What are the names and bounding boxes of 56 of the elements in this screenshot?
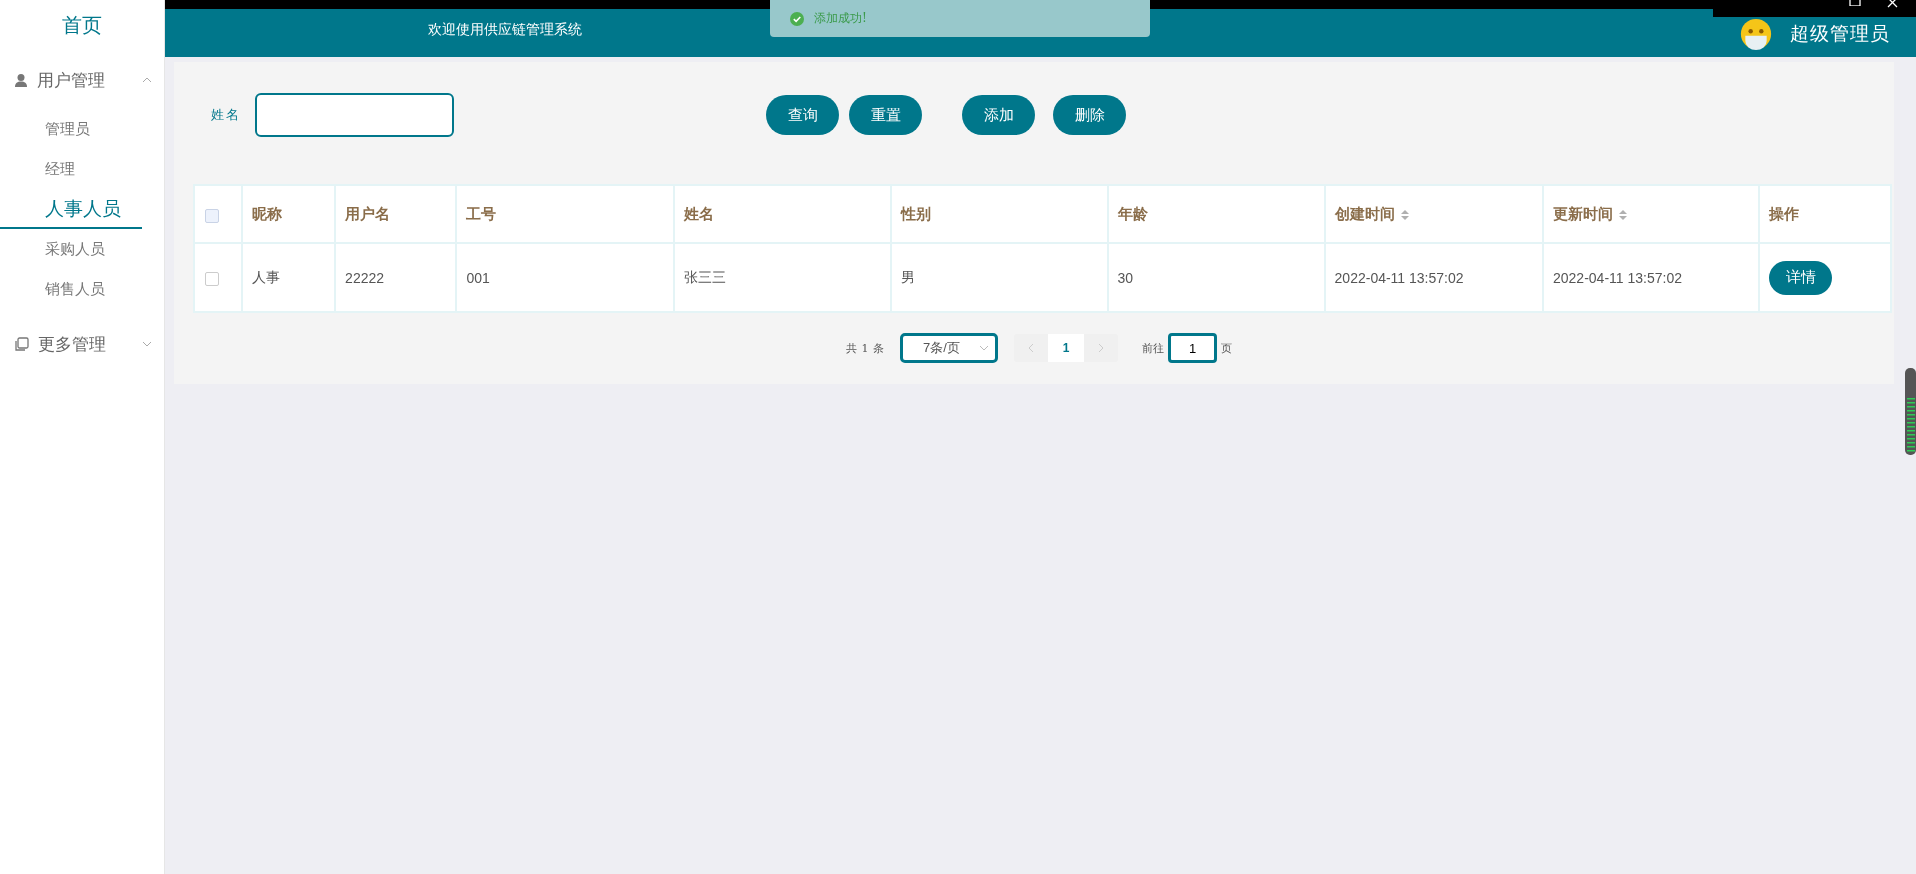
menu-item[interactable]: 采购人员 [0, 229, 142, 269]
total-count: 共 1 条 [846, 340, 884, 356]
table-cell: 2022-04-11 13:57:02 [1543, 243, 1760, 312]
action-button[interactable]: 删除 [1053, 95, 1126, 135]
menu-group-label: 用户管理 [37, 69, 106, 92]
menu-group-label: 更多管理 [38, 333, 107, 356]
person-icon [14, 73, 28, 87]
menu-item[interactable]: 销售人员 [0, 269, 142, 309]
sort-icon[interactable] [1400, 209, 1409, 220]
table-cell: 张三三 [673, 243, 891, 312]
select-all-checkbox[interactable] [205, 208, 219, 223]
close-icon[interactable] [1887, 0, 1898, 8]
column-header[interactable]: 更新时间 [1553, 204, 1613, 222]
copy-icon [14, 336, 29, 352]
chevron-left-icon [1028, 343, 1034, 353]
column-header: 昵称 [251, 204, 282, 222]
home-link[interactable]: 首页 [0, 0, 164, 57]
table-cell: 2022-04-11 13:57:02 [1324, 243, 1543, 312]
table-cell: 男 [890, 243, 1108, 312]
chevron-down-icon [979, 345, 989, 351]
avatar-icon[interactable] [1740, 18, 1772, 50]
column-header: 年龄 [1117, 204, 1148, 222]
column-header: 工号 [466, 204, 497, 222]
column-header: 姓名 [683, 204, 714, 222]
page-size-select[interactable]: 7条/页 [900, 333, 998, 363]
column-header[interactable]: 创建时间 [1334, 204, 1395, 222]
page-suffix: 页 [1221, 340, 1232, 356]
menu-item[interactable]: 人事人员 [0, 189, 142, 229]
user-name[interactable]: 超级管理员 [1790, 21, 1890, 47]
menu-item[interactable]: 经理 [0, 149, 142, 189]
menu-group[interactable]: 用户管理 [0, 57, 164, 103]
page-number[interactable]: 1 [1048, 334, 1084, 362]
column-header: 性别 [900, 204, 931, 222]
chevron-right-icon [1098, 343, 1104, 353]
name-input[interactable] [255, 93, 454, 137]
row-checkbox[interactable] [205, 271, 219, 286]
action-button[interactable]: 重置 [849, 95, 922, 135]
table-cell: 22222 [335, 243, 457, 312]
menu-item[interactable]: 管理员 [0, 109, 142, 149]
menu-group[interactable]: 更多管理 [0, 321, 164, 367]
name-label: 姓名 [211, 106, 241, 124]
goto-label: 前往 [1142, 340, 1164, 356]
column-header: 用户名 [345, 204, 391, 222]
restore-window-icon[interactable] [1849, 0, 1861, 6]
toast-message: 添加成功! [814, 10, 867, 27]
details-button[interactable]: 详情 [1769, 260, 1833, 295]
table-cell: 人事 [241, 243, 336, 312]
action-button[interactable]: 查询 [766, 95, 839, 135]
column-header: 操作 [1769, 204, 1800, 222]
table-cell: 001 [456, 243, 674, 312]
goto-page-input[interactable]: 1 [1168, 333, 1217, 363]
check-circle-icon [790, 11, 804, 26]
table-cell: 30 [1107, 243, 1325, 312]
action-button[interactable]: 添加 [962, 95, 1035, 135]
welcome-title: 欢迎使用供应链管理系统 [428, 21, 582, 39]
sort-icon[interactable] [1619, 209, 1627, 220]
